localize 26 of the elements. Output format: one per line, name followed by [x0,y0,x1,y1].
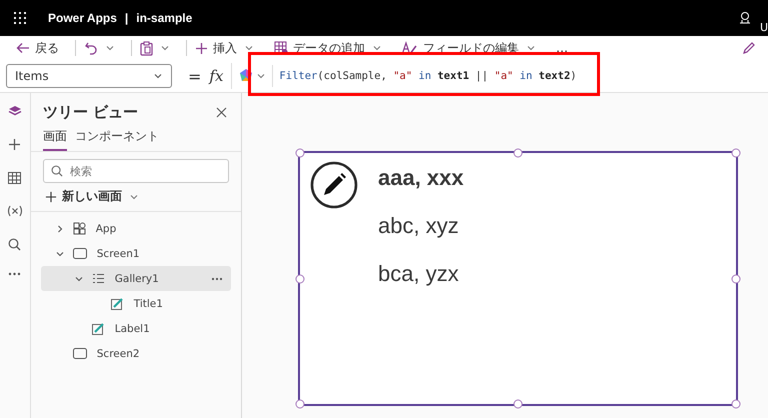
gallery-item-text: bca, yzx [378,260,460,288]
fx-label: fx [209,67,224,85]
tree-item[interactable]: Label1 [40,316,231,341]
tree-item[interactable]: App [40,216,231,241]
tree-item[interactable]: Screen2 [40,341,231,366]
formula-input[interactable]: Filter(colSample, "a" in text1 || "a" in text2) [279,70,577,82]
gallery-item-text: abc, xyz [378,212,460,240]
property-dropdown[interactable]: Items [6,64,172,88]
insert-button[interactable]: 挿入 [191,38,258,58]
gallery-item-text: aaa, xxx [378,164,464,192]
tree-item[interactable]: Gallery1 [40,266,231,291]
tree-item[interactable]: Screen1 [40,241,231,266]
file-name: in-sample [136,11,192,25]
title-separator: | [124,11,128,25]
panel-tab[interactable]: コンポーネント [74,126,159,151]
panel-tab[interactable]: 画面 [42,126,67,151]
search-field[interactable]: 検索 [42,159,229,183]
back-button[interactable]: 戻る [12,38,63,58]
gallery-frame[interactable]: aaa, xxx abc, xyz bca, yzx [298,151,738,406]
panel-title: ツリー ビュー [42,103,138,122]
user-initial[interactable]: U [760,21,768,34]
app-name: Power Apps [48,11,117,25]
more-button[interactable]: … [552,39,572,57]
tree-item[interactable]: Title1 [40,291,231,316]
equals-sign: = [188,66,202,86]
new-screen-button[interactable]: 新しい画面 [42,186,141,211]
